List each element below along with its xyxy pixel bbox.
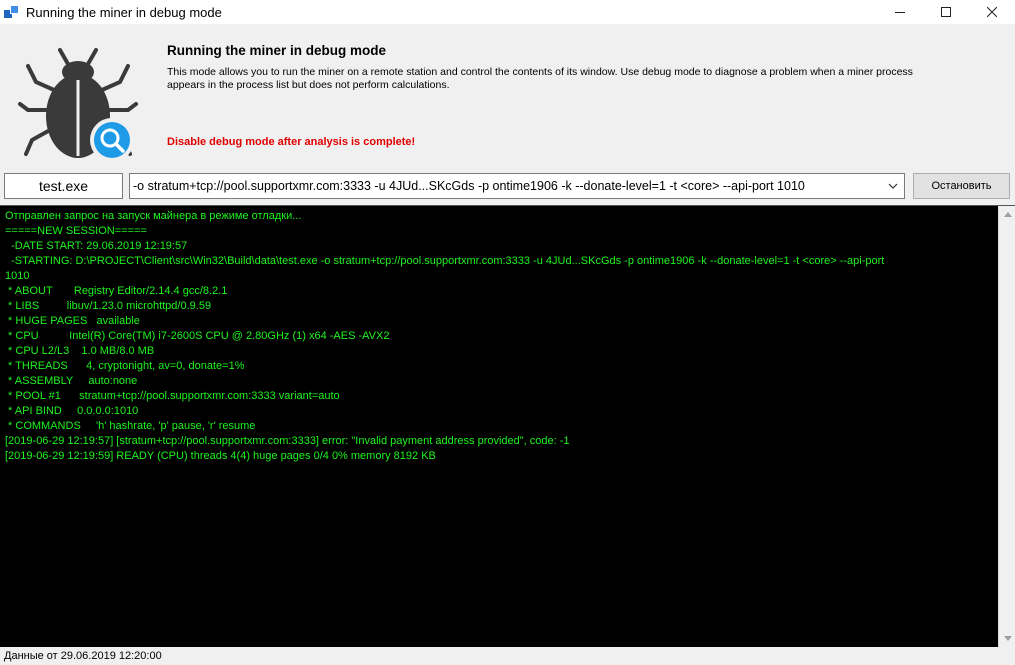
console-line: * API BIND 0.0.0.0:1010 (5, 405, 139, 417)
console-line: -STARTING: D:\PROJECT\Client\src\Win32\B… (5, 255, 885, 267)
console-line: * ABOUT Registry Editor/2.14.4 gcc/8.2.1 (5, 285, 228, 297)
vertical-scrollbar[interactable] (998, 206, 1015, 647)
maximize-button[interactable] (923, 0, 969, 24)
console-text: Отправлен запрос на запуск майнера в реж… (5, 209, 995, 464)
minimize-icon (895, 12, 905, 13)
console-line: * COMMANDS 'h' hashrate, 'p' pause, 'r' … (5, 420, 256, 432)
window-title: Running the miner in debug mode (26, 4, 222, 20)
debug-warning: Disable debug mode after analysis is com… (167, 136, 416, 148)
header-panel: Running the miner in debug mode This mod… (0, 24, 1015, 166)
console-line: * HUGE PAGES available (5, 315, 140, 327)
window-controls (877, 0, 1015, 24)
stop-button[interactable]: Остановить (913, 173, 1010, 199)
scroll-up-button[interactable] (999, 206, 1015, 223)
exe-name-field[interactable]: test.exe (4, 173, 123, 199)
console-line: Отправлен запрос на запуск майнера в реж… (5, 210, 302, 222)
dropdown-button[interactable] (884, 174, 902, 198)
command-row: test.exe -o stratum+tcp://pool.supportxm… (0, 172, 1015, 202)
console-line: * CPU Intel(R) Core(TM) i7-2600S CPU @ 2… (5, 330, 390, 342)
bug-magnifier-icon (14, 44, 142, 162)
console-line: -DATE START: 29.06.2019 12:19:57 (5, 240, 188, 252)
scroll-up-icon (1003, 212, 1012, 217)
console-line: * THREADS 4, cryptonight, av=0, donate=1… (5, 360, 245, 372)
chevron-down-icon (888, 183, 898, 189)
arguments-value: -o stratum+tcp://pool.supportxmr.com:333… (133, 179, 805, 193)
scroll-down-button[interactable] (999, 630, 1015, 647)
app-icon (4, 4, 20, 20)
console-line: * LIBS libuv/1.23.0 microhttpd/0.9.59 (5, 300, 212, 312)
console-line: * CPU L2/L3 1.0 MB/8.0 MB (5, 345, 155, 357)
console-line: [2019-06-29 12:19:57] [stratum+tcp://poo… (5, 435, 570, 447)
maximize-icon (941, 7, 951, 17)
console-line: [2019-06-29 12:19:59] READY (CPU) thread… (5, 450, 436, 462)
console-line: =====NEW SESSION===== (5, 225, 147, 237)
status-bar: Данные от 29.06.2019 12:20:00 (0, 648, 1015, 665)
close-icon (987, 7, 997, 17)
header-description: This mode allows you to run the miner on… (167, 66, 913, 91)
header-title: Running the miner in debug mode (167, 43, 386, 58)
title-bar: Running the miner in debug mode (0, 0, 1015, 24)
minimize-button[interactable] (877, 0, 923, 24)
close-button[interactable] (969, 0, 1015, 24)
console-line: * ASSEMBLY auto:none (5, 375, 138, 387)
console-line: 1010 (5, 270, 30, 282)
console-output[interactable]: Отправлен запрос на запуск майнера в реж… (0, 205, 1015, 647)
scroll-down-icon (1003, 636, 1012, 641)
console-line: * POOL #1 stratum+tcp://pool.supportxmr.… (5, 390, 340, 402)
arguments-combobox[interactable]: -o stratum+tcp://pool.supportxmr.com:333… (129, 173, 905, 199)
status-text: Данные от 29.06.2019 12:20:00 (4, 650, 162, 662)
